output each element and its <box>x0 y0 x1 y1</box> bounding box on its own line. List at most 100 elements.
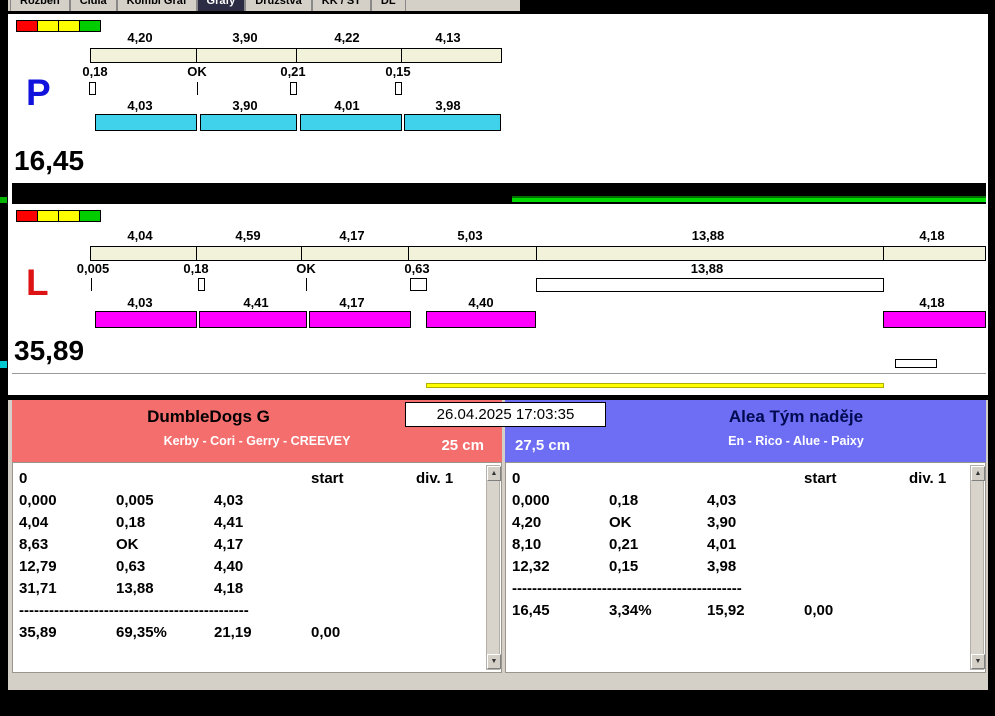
split-time-label: 4,17 <box>339 228 365 243</box>
tab-rozbeh[interactable]: Rozběh <box>10 0 70 11</box>
panel-p: 4,20 3,90 4,22 4,13 0,18 OK 0,21 0,15 P … <box>12 14 986 183</box>
table-cell: 0,005 <box>116 492 154 509</box>
total-bar-segment <box>408 246 537 261</box>
scroll-up-button[interactable]: ▲ <box>971 466 985 481</box>
table-row: 8,63 OK 4,17 <box>13 534 501 556</box>
table-cell: 4,04 <box>19 514 49 531</box>
split-time-label: 4,18 <box>919 228 945 243</box>
scroll-up-icon: ▲ <box>490 470 498 477</box>
results-section: DumbleDogs G Kerby - Cori - Gerry - CREE… <box>8 400 988 690</box>
table-cell: 13,88 <box>116 580 154 597</box>
window-right-edge <box>986 14 988 395</box>
changeover-tick <box>306 278 307 291</box>
changeover-time-label: 0,15 <box>385 64 411 79</box>
table-separator-row: ----------------------------------------… <box>13 600 501 622</box>
table-cell: 12,79 <box>19 558 57 575</box>
changeover-tick <box>197 82 198 95</box>
table-total-row: 35,89 69,35% 21,19 0,00 <box>13 622 501 644</box>
table-cell: OK <box>116 536 139 553</box>
panel-l-letter: L <box>26 262 49 303</box>
table-cell: 3,90 <box>707 514 737 531</box>
table-cell: OK <box>609 514 632 531</box>
tab-label: Čidla <box>79 0 107 7</box>
scroll-down-button[interactable]: ▼ <box>487 654 501 669</box>
split-time-label: 3,90 <box>232 30 258 45</box>
changeover-tick <box>290 82 297 95</box>
split-time-label: 4,59 <box>235 228 261 243</box>
changeover-time-label: 0,63 <box>404 261 430 276</box>
status-square-yellow <box>37 210 59 222</box>
table-cell: 0,21 <box>609 536 639 553</box>
total-bar-segment <box>196 48 297 63</box>
total-bar-segment <box>883 246 986 261</box>
tab-strip: Rozběh Čidla Kombi Graf Grafy Družstva K… <box>10 0 406 11</box>
changeover-tick <box>198 278 205 291</box>
tab-cidla[interactable]: Čidla <box>69 0 117 11</box>
table-cell: 21,19 <box>214 624 252 641</box>
table-cell: 4,03 <box>707 492 737 509</box>
dog-bar-segment <box>404 114 501 131</box>
dog-time-label: 4,03 <box>127 98 153 113</box>
dog-time-label: 4,17 <box>339 295 365 310</box>
table-cell: 0,00 <box>311 624 341 641</box>
dog-bar-segment <box>300 114 402 131</box>
changeover-long-bar <box>536 278 884 292</box>
table-cell: 4,01 <box>707 536 737 553</box>
dog-bar-segment <box>95 311 197 328</box>
split-time-label: 4,22 <box>334 30 360 45</box>
dog-time-label: 4,01 <box>334 98 360 113</box>
table-cell: start <box>804 470 837 487</box>
table-cell: 4,41 <box>214 514 244 531</box>
team-left-name: DumbleDogs G <box>147 407 270 426</box>
table-header-row: 0 start div. 1 <box>506 468 985 490</box>
tab-dl[interactable]: DL <box>370 0 406 11</box>
tab-label: Rozběh <box>20 0 60 7</box>
changeover-time-label: 0,18 <box>183 261 209 276</box>
table-scrollbar[interactable]: ▲ ▼ <box>486 465 501 670</box>
dog-bar-segment <box>309 311 411 328</box>
table-row: 0,000 0,005 4,03 <box>13 490 501 512</box>
table-cell: 12,32 <box>512 558 550 575</box>
team-right-members: En - Rico - Alue - Paixy <box>728 434 864 448</box>
table-row: 4,04 0,18 4,41 <box>13 512 501 534</box>
tab-kk-st[interactable]: KK / ST <box>311 0 371 11</box>
table-cell: 0,18 <box>609 492 639 509</box>
dog-time-label: 4,03 <box>127 295 153 310</box>
table-cell: 16,45 <box>512 602 550 619</box>
total-bar-segment <box>296 48 402 63</box>
changeover-box <box>410 278 427 291</box>
tab-grafy[interactable]: Grafy <box>196 0 246 11</box>
panel-p-total: 16,45 <box>14 145 85 176</box>
team-right-name: Alea Tým naděje <box>728 407 864 426</box>
tab-label: DL <box>380 0 396 7</box>
total-bar-segment <box>401 48 502 63</box>
dog-time-label: 4,18 <box>919 295 945 310</box>
table-cell: 4,20 <box>512 514 542 531</box>
scroll-down-button[interactable]: ▼ <box>971 654 985 669</box>
table-cell: 0,63 <box>116 558 146 575</box>
scroll-up-icon: ▲ <box>974 470 982 477</box>
table-row: 31,71 13,88 4,18 <box>13 578 501 600</box>
status-square-green <box>79 210 101 222</box>
table-cell: 0 <box>512 470 521 487</box>
tab-druzstva[interactable]: Družstva <box>245 0 312 11</box>
table-scrollbar[interactable]: ▲ ▼ <box>970 465 985 670</box>
separator-line-green <box>512 198 986 202</box>
tab-label: Grafy <box>206 0 236 7</box>
scroll-up-button[interactable]: ▲ <box>487 466 501 481</box>
team-right-height: 27,5 cm <box>515 437 571 454</box>
changeover-time-label: 0,005 <box>76 261 110 276</box>
table-cell: 8,10 <box>512 536 542 553</box>
tab-label: KK / ST <box>321 0 361 7</box>
tab-kombi-graf[interactable]: Kombi Graf <box>116 0 197 11</box>
separator-dashes: ----------------------------------------… <box>19 602 249 619</box>
total-bar-segment <box>536 246 884 261</box>
table-cell: 4,17 <box>214 536 244 553</box>
team-left-members: Kerby - Cori - Gerry - CREEVEY <box>163 434 351 448</box>
table-cell: 31,71 <box>19 580 57 597</box>
panel-p-letter: P <box>26 72 51 113</box>
panel-l: 4,04 4,59 4,17 5,03 13,88 4,18 0,005 0,1… <box>12 204 986 395</box>
table-row: 0,000 0,18 4,03 <box>506 490 985 512</box>
table-cell: 0,18 <box>116 514 146 531</box>
scroll-down-icon: ▼ <box>974 658 982 665</box>
